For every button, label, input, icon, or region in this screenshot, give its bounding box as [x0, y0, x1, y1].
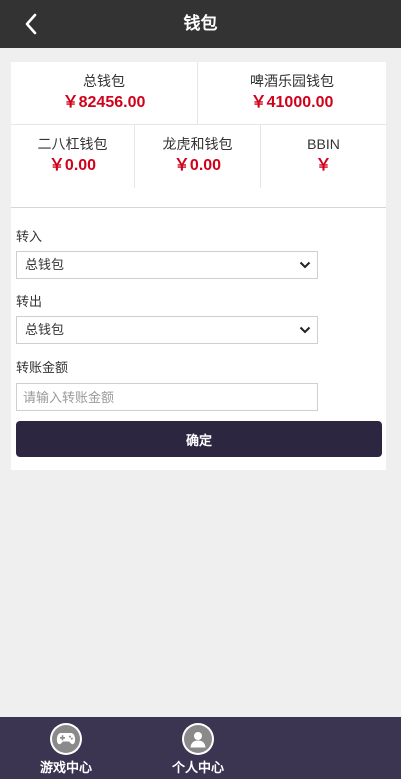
tab-games-label: 游戏中心: [39, 760, 92, 775]
tab-profile-icon-wrap: [182, 723, 214, 755]
transfer-in-select[interactable]: 总钱包: [16, 251, 318, 279]
tab-profile-label: 个人中心: [171, 760, 224, 775]
page-title: 钱包: [183, 14, 218, 33]
transfer-out-value: 总钱包: [25, 322, 65, 337]
wallet-bbin: BBIN ￥: [261, 125, 386, 188]
wallet-bbin-name: BBIN: [307, 136, 340, 152]
wallet-beer-park-amount: ￥41000.00: [250, 94, 334, 111]
transfer-out-select[interactable]: 总钱包: [16, 316, 318, 344]
amount-input[interactable]: [16, 383, 318, 411]
tab-games-icon-wrap: [50, 723, 82, 755]
wallet-erbagang-name: 二八杠钱包: [37, 136, 108, 152]
wallet-bbin-amount: ￥: [315, 157, 332, 174]
wallet-erbagang-amount: ￥0.00: [48, 157, 97, 174]
confirm-button[interactable]: 确定: [16, 421, 382, 457]
amount-label: 转账金额: [16, 360, 69, 375]
app-header: 钱包: [0, 0, 401, 48]
wallet-beer-park-name: 啤酒乐园钱包: [250, 73, 334, 89]
wallet-longhuhe: 龙虎和钱包 ￥0.00: [135, 125, 261, 188]
wallet-longhuhe-name: 龙虎和钱包: [162, 136, 233, 152]
wallet-total-name: 总钱包: [83, 73, 125, 89]
gamepad-icon: [56, 733, 76, 745]
wallet-beer-park: 啤酒乐园钱包 ￥41000.00: [198, 62, 386, 125]
tab-profile[interactable]: 个人中心: [148, 717, 248, 779]
transfer-out-label: 转出: [16, 294, 43, 309]
wallet-longhuhe-amount: ￥0.00: [173, 157, 222, 174]
chevron-down-icon: [299, 326, 311, 334]
section-divider: [11, 207, 386, 208]
wallet-card: 总钱包 ￥82456.00 啤酒乐园钱包 ￥41000.00 二八杠钱包 ￥0.…: [11, 62, 386, 470]
wallet-row-games: 二八杠钱包 ￥0.00 龙虎和钱包 ￥0.00 BBIN ￥: [11, 125, 386, 188]
wallet-erbagang: 二八杠钱包 ￥0.00: [11, 125, 135, 188]
tab-games[interactable]: 游戏中心: [16, 717, 116, 779]
transfer-in-value: 总钱包: [25, 257, 65, 272]
transfer-in-label: 转入: [16, 229, 43, 244]
wallet-row-main: 总钱包 ￥82456.00 啤酒乐园钱包 ￥41000.00: [11, 62, 386, 125]
wallet-total-amount: ￥82456.00: [62, 94, 146, 111]
user-icon: [190, 732, 206, 748]
chevron-down-icon: [299, 261, 311, 269]
bottom-tabbar: 游戏中心 个人中心: [0, 717, 401, 779]
wallet-total: 总钱包 ￥82456.00: [11, 62, 198, 125]
